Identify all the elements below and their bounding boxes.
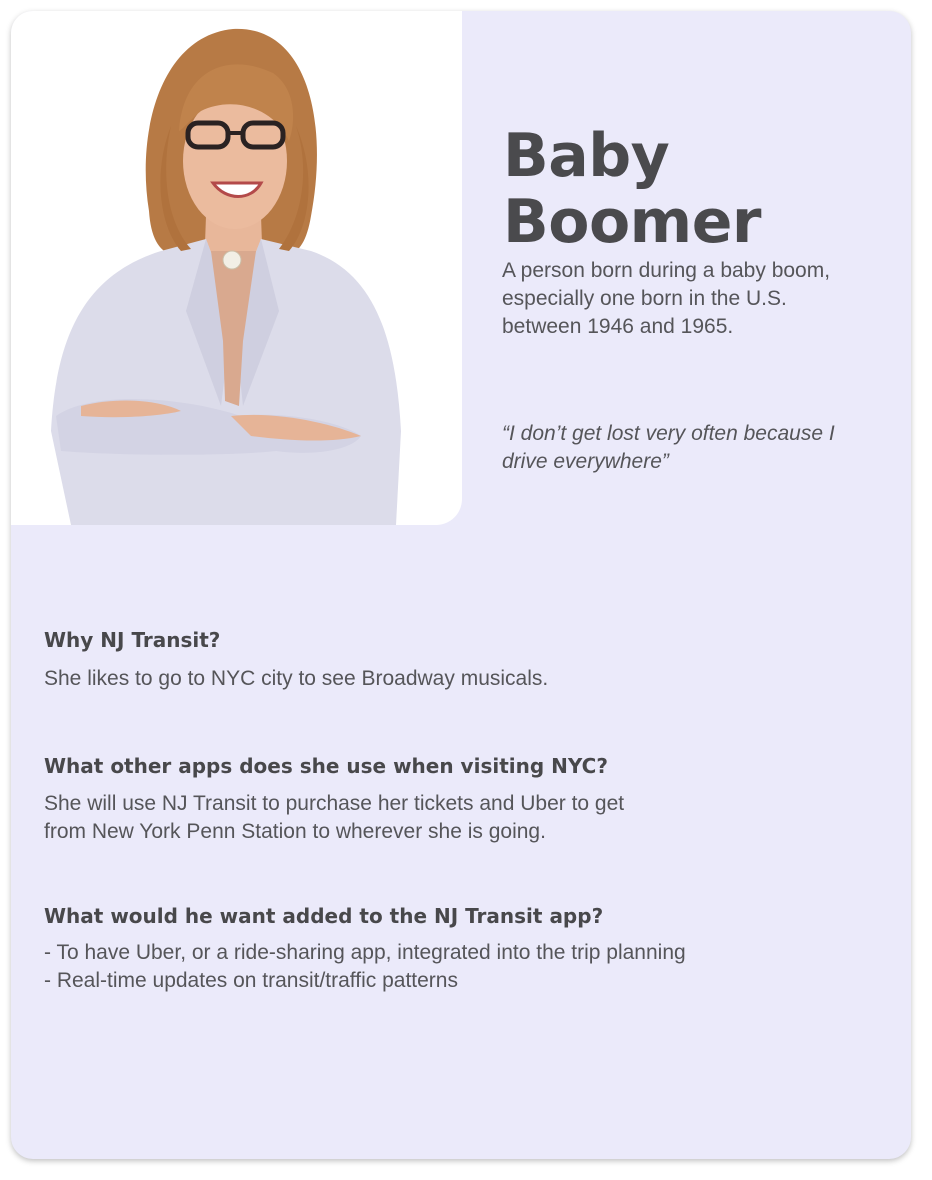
- persona-definition: A person born during a baby boom, especi…: [502, 259, 831, 338]
- section-body-wanted-features: - To have Uber, or a ride-sharing app, i…: [44, 941, 686, 992]
- section-body-why-nj-transit: She likes to go to NYC city to see Broad…: [44, 667, 549, 690]
- persona-card: Baby Boomer A person born during a baby …: [11, 11, 911, 1159]
- persona-photo: [11, 11, 462, 525]
- section-heading-why-nj-transit: Why NJ Transit?: [44, 628, 221, 652]
- persona-title: Baby Boomer: [503, 123, 761, 255]
- persona-title-text: Baby Boomer: [503, 121, 761, 257]
- section-heading-other-apps: What other apps does she use when visiti…: [44, 754, 608, 778]
- woman-portrait-image: [51, 28, 401, 525]
- section-heading-wanted-features: What would he want added to the NJ Trans…: [44, 904, 604, 928]
- persona-quote: “I don’t get lost very often because I d…: [502, 422, 835, 473]
- section-body-other-apps: She will use NJ Transit to purchase her …: [44, 792, 625, 843]
